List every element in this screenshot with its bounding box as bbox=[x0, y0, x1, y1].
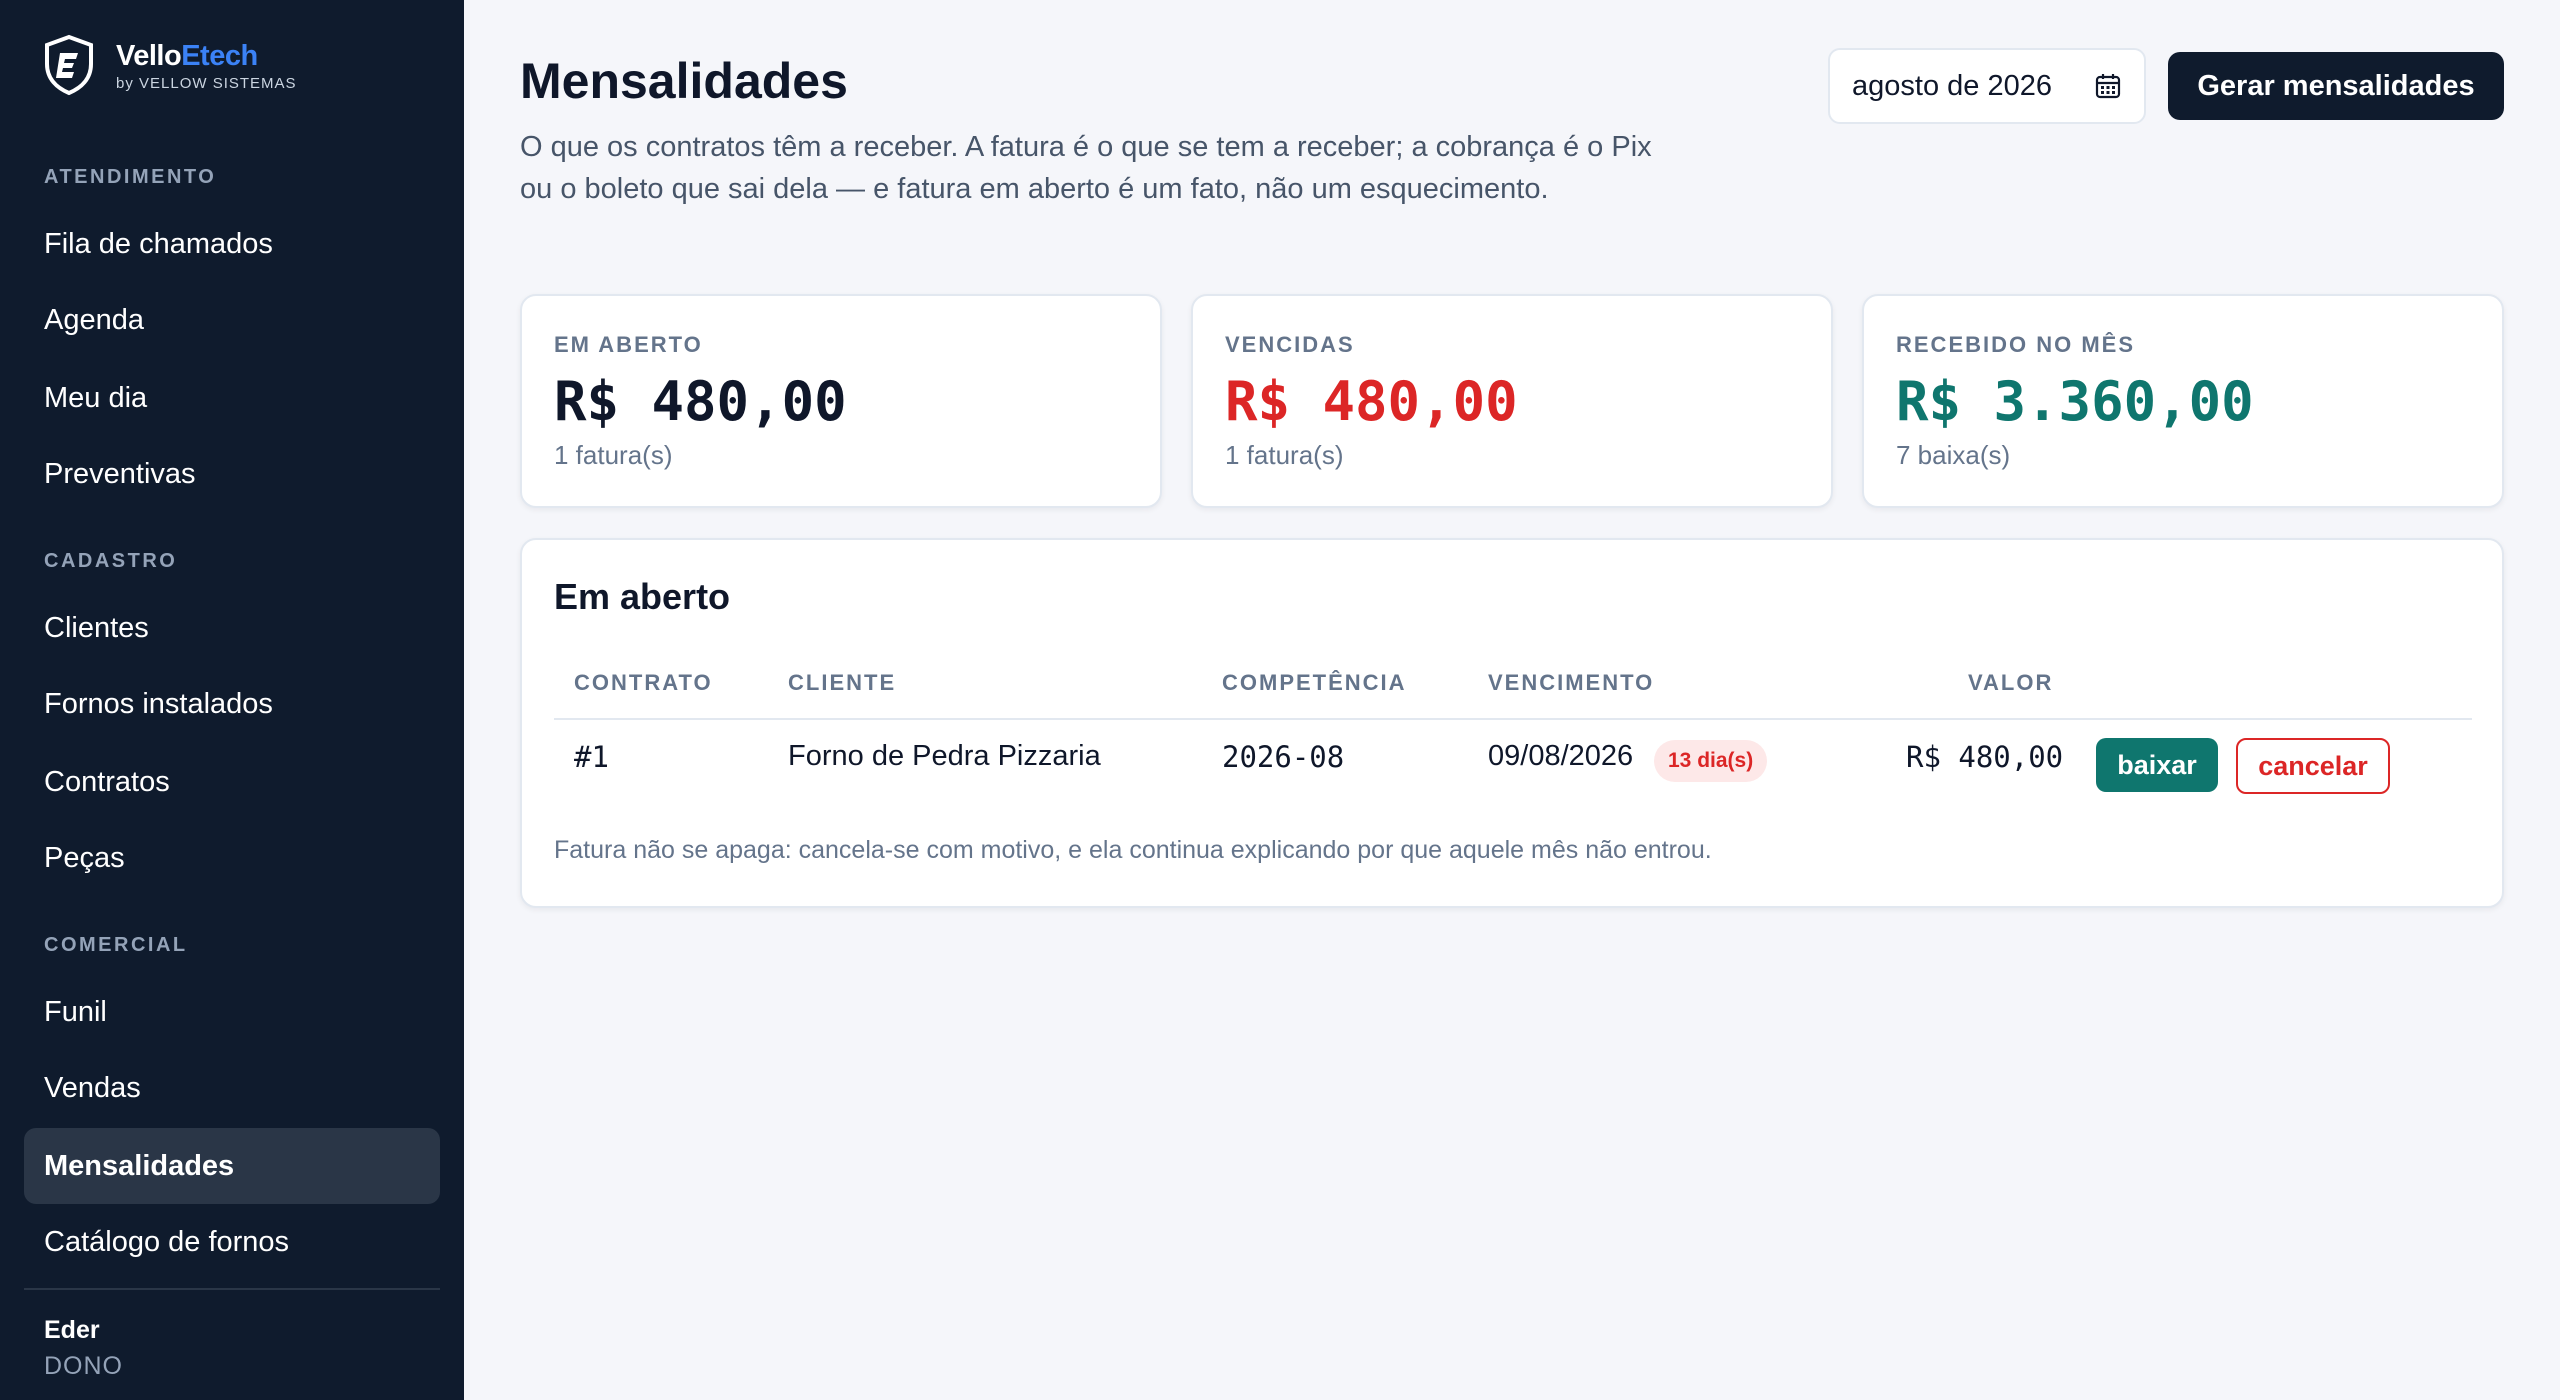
stat-sub: 7 baixa(s) bbox=[1896, 440, 2011, 470]
cell-value: R$ 480,00 bbox=[1906, 740, 2064, 774]
stat-value: R$ 480,00 bbox=[554, 370, 847, 433]
stat-card-overdue: VENCIDAS R$ 480,00 1 fatura(s) bbox=[1191, 294, 1833, 508]
brand-subtitle: by VELLOW SISTEMAS bbox=[116, 74, 297, 92]
sidebar-item-funil[interactable]: Funil bbox=[24, 974, 440, 1050]
sidebar-item-preventivas[interactable]: Preventivas bbox=[24, 436, 440, 512]
page-title: Mensalidades bbox=[520, 53, 848, 109]
sidebar-item-fornos-instalados[interactable]: Fornos instalados bbox=[24, 666, 440, 742]
shield-e-icon bbox=[42, 34, 96, 96]
sidebar-divider bbox=[24, 1288, 440, 1290]
overdue-badge: 13 dia(s) bbox=[1654, 740, 1768, 782]
month-picker[interactable]: agosto de 2026 bbox=[1828, 48, 2146, 124]
cell-contract[interactable]: #1 bbox=[574, 740, 609, 774]
column-header-competencia: COMPETÊNCIA bbox=[1222, 670, 1407, 695]
cell-competence: 2026-08 bbox=[1222, 740, 1345, 774]
sidebar-item-agenda[interactable]: Agenda bbox=[24, 282, 440, 358]
nav-section-cadastro: CADASTRO bbox=[44, 550, 178, 572]
stat-label: VENCIDAS bbox=[1225, 332, 1355, 357]
nav-section-comercial: COMERCIAL bbox=[44, 934, 188, 956]
stat-value: R$ 3.360,00 bbox=[1896, 370, 2254, 433]
stat-card-open: EM ABERTO R$ 480,00 1 fatura(s) bbox=[520, 294, 1162, 508]
open-invoices-panel: Em aberto CONTRATO CLIENTE COMPETÊNCIA V… bbox=[520, 538, 2504, 908]
pay-button[interactable]: baixar bbox=[2096, 738, 2218, 792]
sidebar-item-pecas[interactable]: Peças bbox=[24, 820, 440, 896]
brand-name: VelloEtech bbox=[116, 39, 258, 72]
stat-label: RECEBIDO NO MÊS bbox=[1896, 332, 2136, 357]
column-header-cliente: CLIENTE bbox=[788, 670, 897, 695]
sidebar-item-vendas[interactable]: Vendas bbox=[24, 1050, 440, 1126]
user-name[interactable]: Eder bbox=[44, 1316, 100, 1345]
stat-sub: 1 fatura(s) bbox=[1225, 440, 1344, 470]
sidebar-item-mensalidades[interactable]: Mensalidades bbox=[24, 1128, 440, 1204]
sidebar: VelloEtech by VELLOW SISTEMAS ATENDIMENT… bbox=[0, 0, 464, 1400]
panel-title: Em aberto bbox=[554, 576, 731, 617]
table-header-divider bbox=[554, 718, 2472, 720]
sidebar-item-fila-de-chamados[interactable]: Fila de chamados bbox=[24, 206, 440, 282]
calendar-icon bbox=[2095, 74, 2121, 99]
column-header-valor: VALOR bbox=[1968, 670, 2054, 695]
panel-note: Fatura não se apaga: cancela-se com moti… bbox=[554, 836, 1712, 864]
page-description: O que os contratos têm a receber. A fatu… bbox=[520, 131, 1652, 205]
sidebar-item-contratos[interactable]: Contratos bbox=[24, 744, 440, 820]
stat-label: EM ABERTO bbox=[554, 332, 703, 357]
cell-client: Forno de Pedra Pizzaria bbox=[788, 740, 1101, 772]
cancel-button[interactable]: cancelar bbox=[2236, 738, 2390, 794]
stat-card-received: RECEBIDO NO MÊS R$ 3.360,00 7 baixa(s) bbox=[1862, 294, 2504, 508]
generate-invoices-button[interactable]: Gerar mensalidades bbox=[2168, 52, 2504, 120]
cell-due-date: 09/08/2026 bbox=[1488, 740, 1634, 772]
sidebar-item-meu-dia[interactable]: Meu dia bbox=[24, 360, 440, 436]
sidebar-item-clientes[interactable]: Clientes bbox=[24, 590, 440, 666]
nav-section-atendimento: ATENDIMENTO bbox=[44, 166, 217, 188]
stat-value: R$ 480,00 bbox=[1225, 370, 1518, 433]
sidebar-item-catalogo-de-fornos[interactable]: Catálogo de fornos bbox=[24, 1204, 440, 1280]
column-header-contrato: CONTRATO bbox=[574, 670, 713, 695]
brand[interactable]: VelloEtech by VELLOW SISTEMAS bbox=[42, 34, 297, 96]
month-picker-value: agosto de 2026 bbox=[1852, 69, 2052, 102]
column-header-vencimento: VENCIMENTO bbox=[1488, 670, 1655, 695]
user-role: DONO bbox=[44, 1352, 123, 1380]
stat-sub: 1 fatura(s) bbox=[554, 440, 673, 470]
